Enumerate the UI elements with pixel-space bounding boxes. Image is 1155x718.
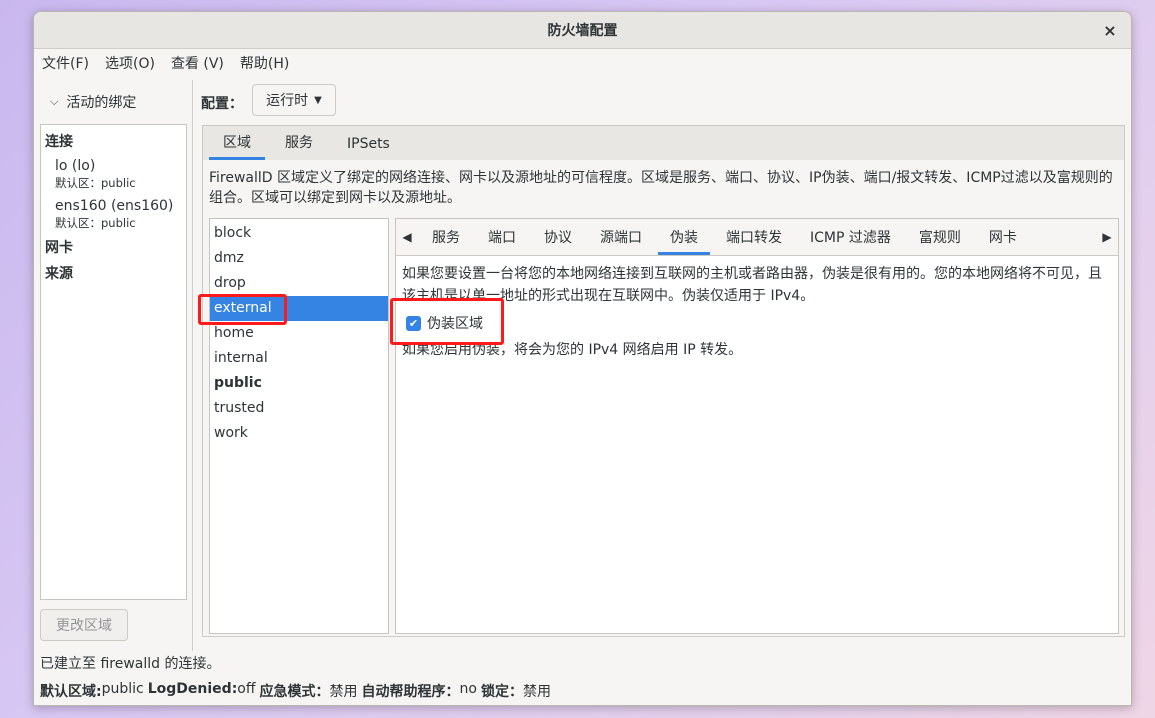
menu-bar: 文件(F) 选项(O) 查看 (V) 帮助(H) [34,49,1131,77]
lockdown-value: 禁用 [522,684,551,700]
binding-list: 连接 lo (lo) 默认区：public ens160 (ens160) 默认… [40,124,187,600]
active-bindings-toggle[interactable]: ⌵ 活动的绑定 [50,92,136,112]
zones-panel: FirewallD 区域定义了绑定的网络连接、网卡以及源地址的可信程度。区域是服… [202,160,1125,637]
binding-item-ens160[interactable]: ens160 (ens160) 默认区：public [45,197,182,231]
main-tabs: 区域 服务 IPSets [202,125,1125,161]
binding-name: lo (lo) [55,158,96,174]
close-icon[interactable]: × [1099,19,1121,41]
status-summary: 默认区域: public LogDenied: off 应急模式： 禁用 自动帮… [40,681,555,701]
change-zone-button[interactable]: 更改区域 [40,609,128,641]
menu-help[interactable]: 帮助(H) [240,53,289,73]
tab-ipsets[interactable]: IPSets [333,136,404,160]
binding-zone: 默认区：public [55,216,136,230]
subtab-source-ports[interactable]: 源端口 [588,227,654,255]
config-label: 配置： [201,96,243,112]
zone-item-trusted[interactable]: trusted [210,396,388,421]
config-mode-dropdown[interactable]: 运行时 ▼ [252,84,336,116]
subtab-ports[interactable]: 端口 [476,227,528,255]
auto-helper-value: no [459,681,477,697]
binding-zone: 默认区：public [55,176,136,190]
window-title: 防火墙配置 [547,23,618,39]
zone-item-drop[interactable]: drop [210,271,388,296]
highlight-external-zone [198,294,287,325]
zone-detail-panel: ◀ 服务 端口 协议 源端口 伪装 端口转发 ICMP 过滤器 富规则 网卡 ▶… [395,218,1119,634]
connection-status: 已建立至 firewalld 的连接。 [40,656,221,672]
tabs-scroll-right-icon[interactable]: ▶ [1096,219,1118,255]
subtab-protocols[interactable]: 协议 [532,227,584,255]
zone-item-work[interactable]: work [210,421,388,446]
log-denied-label: LogDenied: [147,681,238,697]
connections-heading: 连接 [45,134,73,150]
nic-heading: 网卡 [45,240,73,256]
zone-sub-tabs: ◀ 服务 端口 协议 源端口 伪装 端口转发 ICMP 过滤器 富规则 网卡 ▶ [396,219,1118,256]
zone-item-dmz[interactable]: dmz [210,246,388,271]
default-zone-value: public [101,681,144,697]
active-bindings-label: 活动的绑定 [66,95,137,111]
menu-options[interactable]: 选项(O) [105,53,155,73]
subtab-icmp-filter[interactable]: ICMP 过滤器 [798,227,903,255]
zone-description: FirewallD 区域定义了绑定的网络连接、网卡以及源地址的可信程度。区域是服… [209,170,1113,206]
subtab-interfaces[interactable]: 网卡 [977,227,1029,255]
tabs-scroll-left-icon[interactable]: ◀ [396,219,418,255]
subtab-rich-rules[interactable]: 富规则 [907,227,973,255]
tab-zones[interactable]: 区域 [209,132,265,160]
log-denied-value: off [237,681,256,697]
default-zone-label: 默认区域: [40,684,102,700]
panic-mode-value: 禁用 [329,684,358,700]
subtab-masquerade[interactable]: 伪装 [658,227,710,255]
masquerade-description: 如果您要设置一台将您的本地网络连接到互联网的主机或者路由器，伪装是很有用的。您的… [402,266,1102,304]
menu-view[interactable]: 查看 (V) [171,53,224,73]
panic-mode-label: 应急模式： [259,684,330,700]
zone-item-internal[interactable]: internal [210,346,388,371]
firewall-config-window: 防火墙配置 × 文件(F) 选项(O) 查看 (V) 帮助(H) ⌵ 活动的绑定… [33,11,1132,706]
source-heading: 来源 [45,266,73,282]
title-bar: 防火墙配置 × [34,12,1131,49]
zone-item-block[interactable]: block [210,221,388,246]
config-mode-value: 运行时 [266,93,309,109]
lockdown-label: 锁定： [480,684,523,700]
binding-item-lo[interactable]: lo (lo) 默认区：public [45,157,182,191]
menu-file[interactable]: 文件(F) [42,53,89,73]
tab-services[interactable]: 服务 [271,132,327,160]
subtab-port-forward[interactable]: 端口转发 [714,227,794,255]
chevron-down-icon: ⌵ [50,95,59,108]
zone-item-public[interactable]: public [210,371,388,396]
zone-list: block dmz drop external home internal pu… [209,218,389,634]
binding-name: ens160 (ens160) [55,198,174,214]
highlight-masquerade-checkbox [390,298,504,345]
subtab-services[interactable]: 服务 [420,227,472,255]
dropdown-arrow-icon: ▼ [314,94,322,106]
auto-helper-label: 自动帮助程序： [361,684,460,700]
active-bindings-pane: ⌵ 活动的绑定 连接 lo (lo) 默认区：public ens160 (en… [34,80,193,651]
